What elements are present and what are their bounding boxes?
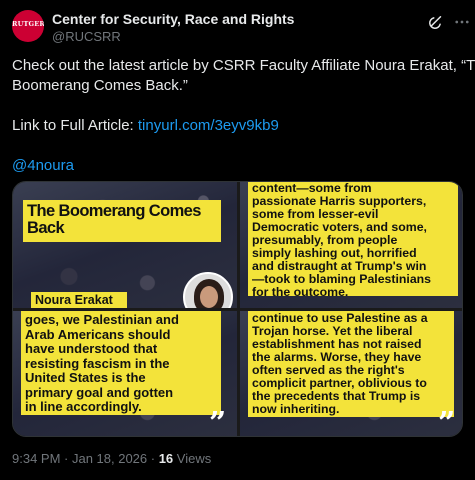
quote-mark-icon: ” <box>209 406 227 437</box>
image-title-line: The Boomerang Comes <box>27 202 201 220</box>
post-meta: 9:34 PM · Jan 18, 2026 · 16 Views <box>12 451 211 466</box>
post-text-line: Check out the latest article by CSRR Fac… <box>12 57 475 74</box>
media-image-quote-3[interactable]: continue to use Palestine as a Trojan ho… <box>240 311 462 437</box>
account-handle[interactable]: @RUCSRR <box>52 29 121 44</box>
more-icon[interactable] <box>453 13 471 31</box>
views-label: Views <box>173 451 212 466</box>
post-header: RUTGERS Center for Security, Race and Ri… <box>12 10 469 46</box>
mention-link[interactable]: @4noura <box>12 156 463 176</box>
author-highlight: Noura Erakat <box>31 292 127 308</box>
quote-line: goes, we Palestinian and <box>25 312 179 327</box>
quote-text: goes, we Palestinian and Arab Americans … <box>25 312 179 415</box>
quote-line: have understood that <box>25 341 158 356</box>
quote-line: resisting fascism in the <box>25 355 170 371</box>
media-image-quote-1[interactable]: content—some from passionate Harris supp… <box>240 182 462 308</box>
title-highlight: The Boomerang Comes Back <box>23 200 221 242</box>
view-count: 16 <box>158 451 174 466</box>
quote-line: in line accordingly. <box>25 399 142 414</box>
grok-icon[interactable] <box>427 13 445 31</box>
quote-text: content—some from passionate Harris supp… <box>252 182 431 299</box>
quote-line: now inheriting. <box>252 402 340 416</box>
media-image-title[interactable]: The Boomerang Comes Back Noura Erakat <box>13 182 237 308</box>
image-title: The Boomerang Comes Back <box>27 203 201 237</box>
quote-line: United States is the <box>25 370 146 385</box>
post-text-line: Boomerang Comes Back.” <box>12 77 188 94</box>
image-title-line: Back <box>27 219 65 237</box>
article-link[interactable]: tinyurl.com/3eyv9kb9 <box>138 117 279 134</box>
quote-line: primary goal and gotten <box>25 384 174 400</box>
avatar[interactable]: RUTGERS <box>12 10 44 42</box>
media-grid[interactable]: The Boomerang Comes Back Noura Erakat co… <box>12 181 463 437</box>
quote-line: Arab Americans should <box>25 326 171 342</box>
account-name[interactable]: Center for Security, Race and Rights <box>52 11 294 27</box>
media-image-quote-2[interactable]: goes, we Palestinian and Arab Americans … <box>13 311 237 437</box>
portrait-face <box>200 286 218 308</box>
avatar-logo-text: RUTGERS <box>12 20 44 28</box>
post-text: Check out the latest article by CSRR Fac… <box>12 56 475 176</box>
post-timestamp[interactable]: 9:34 PM · Jan 18, 2026 · <box>12 451 159 466</box>
link-prefix: Link to Full Article: <box>12 117 138 134</box>
quote-mark-icon: ” <box>438 406 456 437</box>
quote-text: continue to use Palestine as a Trojan ho… <box>252 312 428 416</box>
article-link-line: Link to Full Article: tinyurl.com/3eyv9k… <box>12 116 463 136</box>
quote-line: for the outcome. <box>252 285 349 299</box>
image-author: Noura Erakat <box>35 293 113 307</box>
